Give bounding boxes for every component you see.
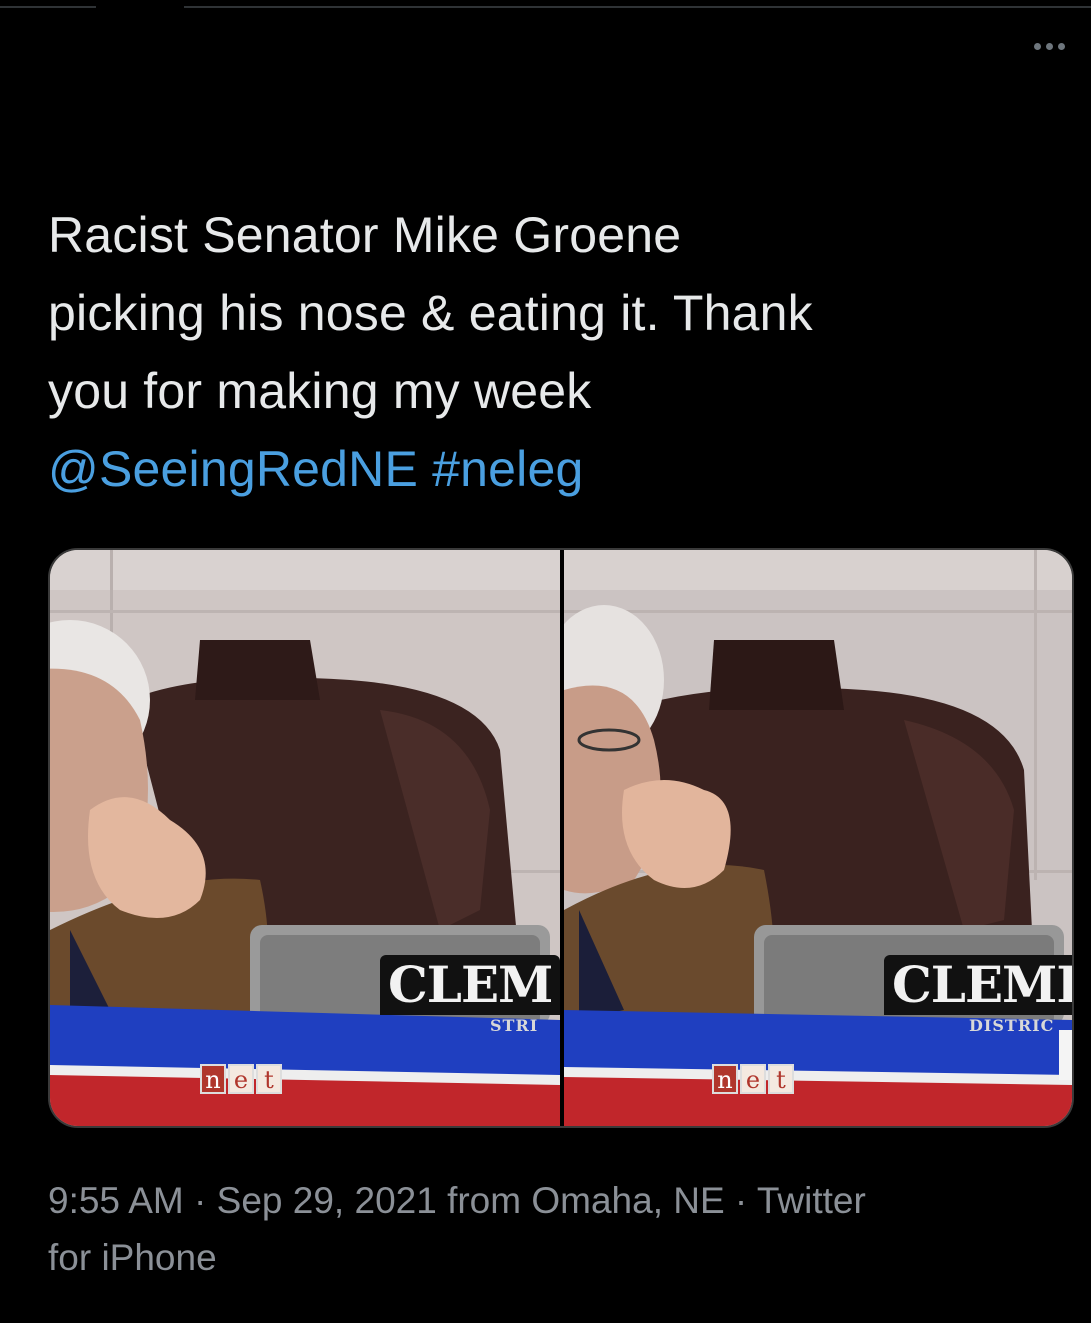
- tweet-time[interactable]: 9:55 AM: [48, 1180, 184, 1221]
- tweet-location: from Omaha, NE: [436, 1180, 725, 1221]
- tweet-source-cont[interactable]: for iPhone: [48, 1229, 1048, 1286]
- net-logo-left: n e t: [200, 1064, 282, 1094]
- mention-link[interactable]: @SeeingRedNE: [48, 441, 418, 497]
- nameplate-left: CLEM: [380, 955, 560, 1015]
- net-logo-letter: e: [740, 1064, 766, 1094]
- photo-right-scene: [564, 550, 1072, 1126]
- more-dot: [1057, 42, 1065, 50]
- net-logo-letter: n: [712, 1064, 738, 1094]
- tweet-metadata: 9:55 AM · Sep 29, 2021 from Omaha, NE · …: [48, 1172, 1048, 1286]
- meta-separator: ·: [724, 1180, 757, 1221]
- net-logo-letter: e: [228, 1064, 254, 1094]
- net-logo-letter: n: [200, 1064, 226, 1094]
- net-logo-letter: t: [256, 1064, 282, 1094]
- media-photo-right[interactable]: CLEME DISTRIC n e t: [564, 550, 1072, 1126]
- tweet-text-line: picking his nose & eating it. Thank: [48, 285, 813, 341]
- more-dot: [1045, 42, 1053, 50]
- top-divider: [0, 6, 1091, 8]
- nameplate-sub-left: STRI: [490, 1016, 539, 1035]
- tweet-links-line: @SeeingRedNE #neleg: [48, 430, 1068, 508]
- tweet-text-line: Racist Senator Mike Groene: [48, 207, 682, 263]
- net-logo-right: n e t: [712, 1064, 794, 1094]
- nameplate-right: CLEME: [884, 955, 1072, 1015]
- more-options-button[interactable]: [1024, 36, 1074, 56]
- hashtag-link[interactable]: #neleg: [432, 441, 583, 497]
- media-divider: [560, 550, 564, 1126]
- tweet-media: CLEM STRI n e t CLEM DISTRIC n e t: [48, 548, 1074, 1128]
- media-photo-left[interactable]: CLEM STRI n e t: [50, 550, 560, 1126]
- net-logo-letter: t: [768, 1064, 794, 1094]
- meta-separator: ·: [183, 1180, 217, 1221]
- nameplate-sub-right: DISTRIC: [969, 1016, 1055, 1035]
- tweet-text-line: you for making my week: [48, 363, 592, 419]
- tweet-date[interactable]: Sep 29, 2021: [217, 1180, 437, 1221]
- tweet-text: Racist Senator Mike Groene picking his n…: [48, 196, 1068, 508]
- meta-line-1: 9:55 AM · Sep 29, 2021 from Omaha, NE · …: [48, 1172, 1048, 1229]
- photo-left-scene: [50, 550, 560, 1126]
- more-horizontal-icon: [1033, 42, 1041, 50]
- tweet-source[interactable]: Twitter: [757, 1180, 866, 1221]
